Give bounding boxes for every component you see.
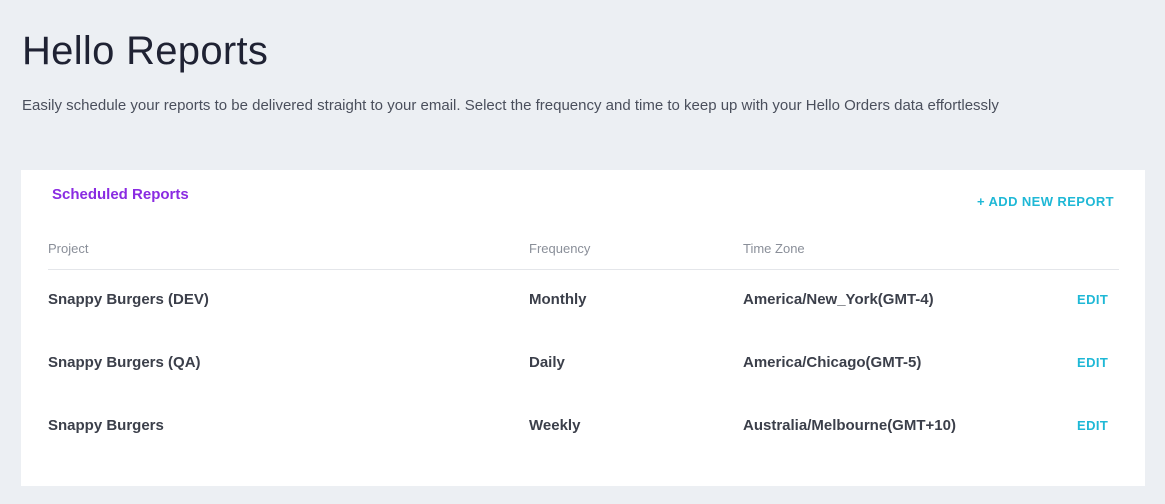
row-timezone: America/New_York(GMT-4) [743, 291, 934, 308]
row-timezone: Australia/Melbourne(GMT+10) [743, 417, 956, 434]
row-timezone: America/Chicago(GMT-5) [743, 354, 922, 371]
page-subtitle: Easily schedule your reports to be deliv… [22, 97, 999, 114]
table-header: Project Frequency Time Zone [48, 238, 1119, 270]
row-frequency: Weekly [529, 417, 581, 434]
row-project: Snappy Burgers (DEV) [48, 291, 209, 308]
table-row: Snappy Burgers (DEV) Monthly America/New… [48, 280, 1119, 320]
scheduled-reports-card: Scheduled Reports + ADD NEW REPORT Proje… [21, 170, 1145, 486]
card-title: Scheduled Reports [52, 186, 189, 203]
column-header-timezone: Time Zone [743, 241, 805, 256]
page-title: Hello Reports [22, 29, 269, 73]
row-project: Snappy Burgers (QA) [48, 354, 201, 371]
edit-button[interactable]: EDIT [1077, 291, 1108, 309]
row-project: Snappy Burgers [48, 417, 164, 434]
column-header-project: Project [48, 241, 89, 256]
table-row: Snappy Burgers (QA) Daily America/Chicag… [48, 343, 1119, 383]
row-frequency: Daily [529, 354, 565, 371]
row-frequency: Monthly [529, 291, 587, 308]
column-header-frequency: Frequency [529, 241, 591, 256]
edit-button[interactable]: EDIT [1077, 417, 1108, 435]
table-row: Snappy Burgers Weekly Australia/Melbourn… [48, 406, 1119, 446]
edit-button[interactable]: EDIT [1077, 354, 1108, 372]
add-new-report-button[interactable]: + ADD NEW REPORT [977, 193, 1114, 211]
